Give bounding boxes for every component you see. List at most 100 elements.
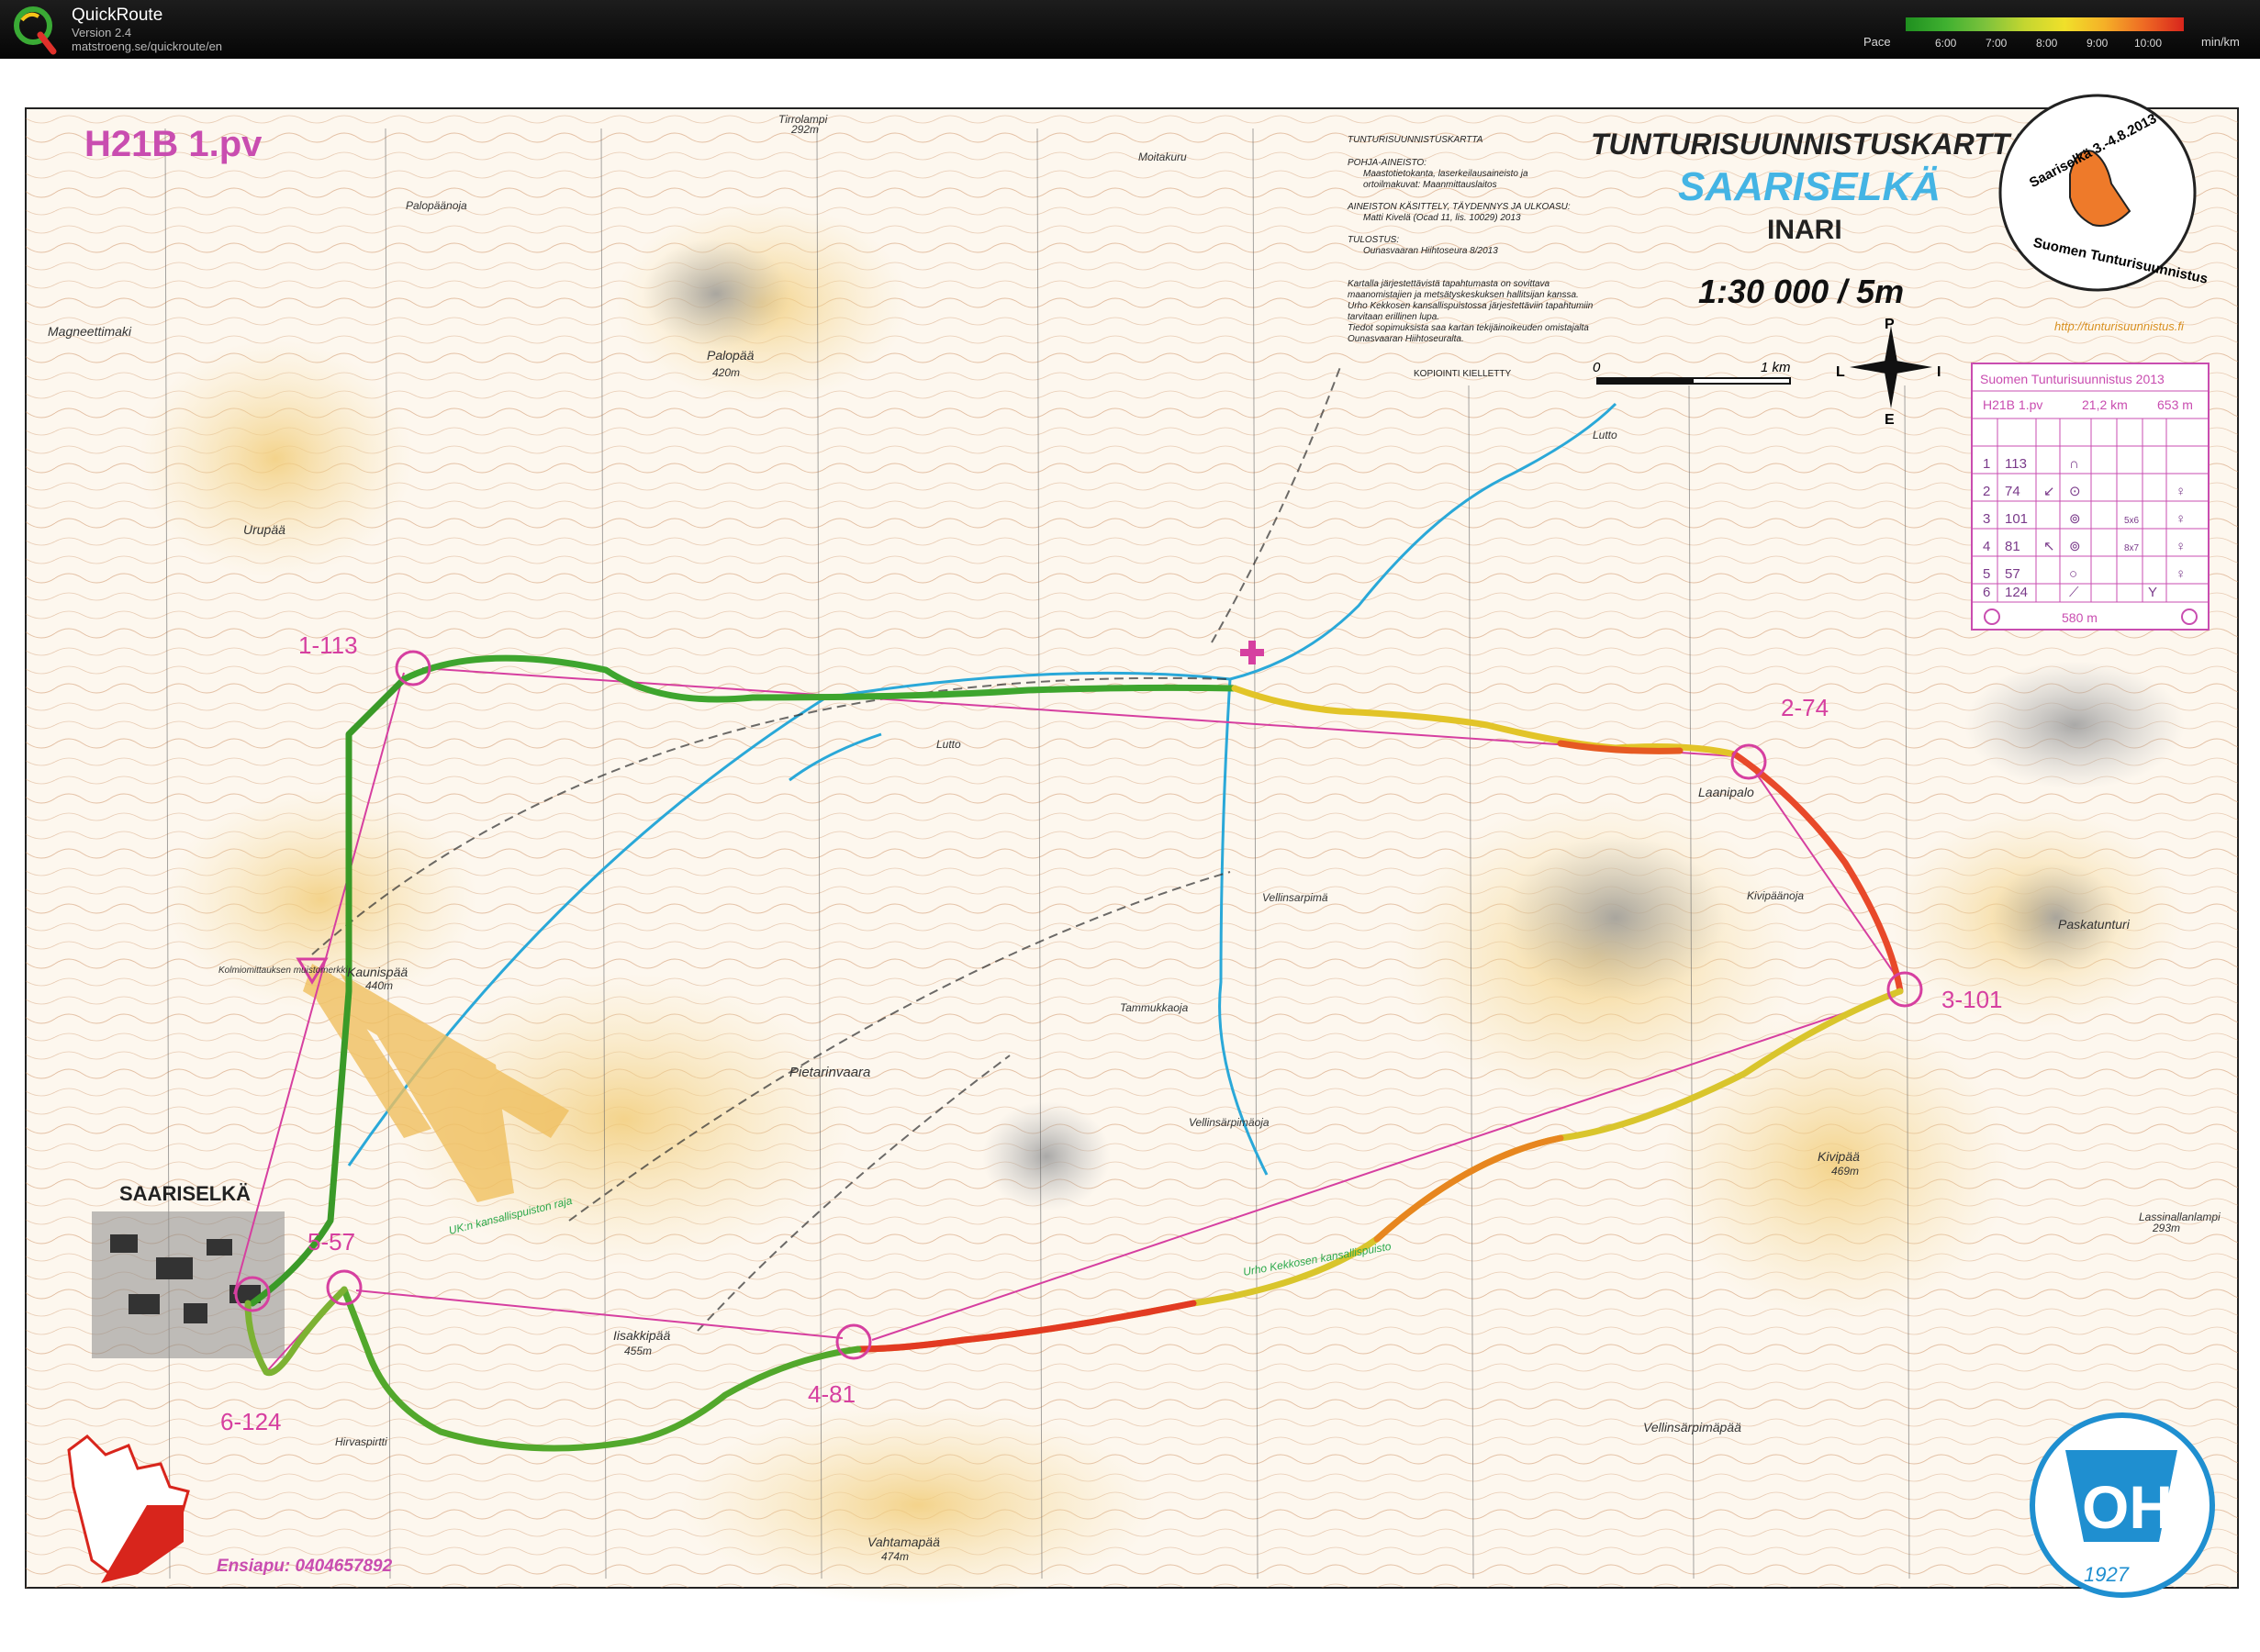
svg-text:E: E: [1885, 412, 1895, 428]
map-header-title: TUNTURISUUNNISTUSKARTTA: [1591, 128, 2029, 161]
quickroute-logo-icon: [14, 6, 57, 55]
svg-text:3: 3: [1983, 511, 1990, 527]
svg-text:8x7: 8x7: [2124, 543, 2140, 553]
svg-text:L: L: [1836, 364, 1845, 380]
svg-text:↖: ↖: [2043, 539, 2055, 554]
pace-label: Pace: [1863, 35, 1891, 49]
place-name: 293m: [2152, 1222, 2180, 1234]
svg-text:ortoilmakuvat: Maanmittauslait: ortoilmakuvat: Maanmittauslaitos: [1363, 180, 1497, 190]
svg-text:maanomistajien ja metsätyskesk: maanomistajien ja metsätyskeskuksen hall…: [1348, 290, 1579, 300]
svg-text:OH: OH: [2082, 1473, 2173, 1541]
svg-text:Kartalla järjestettävistä tapa: Kartalla järjestettävistä tapahtumasta o…: [1348, 279, 1550, 289]
svg-text:101: 101: [2005, 511, 2028, 527]
control-description-table: Suomen Tunturisuunnistus 2013 H21B 1.pv …: [1971, 363, 2210, 631]
place-name: Laanipalo: [1698, 785, 1754, 799]
place-name: Vahtamapää: [867, 1535, 940, 1549]
svg-text:1 km: 1 km: [1761, 360, 1791, 375]
place-name: Vellinsarpimä: [1262, 891, 1328, 904]
saariselka-village: [92, 1211, 285, 1358]
app-url: matstroeng.se/quickroute/en: [72, 39, 223, 53]
svg-text:♀: ♀: [2176, 539, 2186, 554]
place-name: Palopäänoja: [406, 199, 467, 212]
place-name: Paskatunturi: [2058, 917, 2131, 932]
svg-text:H21B 1.pv: H21B 1.pv: [1983, 397, 2042, 412]
website-link[interactable]: http://tunturisuunnistus.fi: [2054, 319, 2185, 333]
pace-tick: 9:00: [2087, 37, 2109, 50]
oh-club-logo: OH 1927: [2030, 1412, 2215, 1598]
svg-text:653 m: 653 m: [2157, 397, 2193, 412]
place-name: Vellinsärpimäoja: [1189, 1116, 1270, 1129]
control-label: 6-124: [220, 1408, 282, 1435]
svg-text:21,2 km: 21,2 km: [2082, 397, 2128, 412]
svg-text:5x6: 5x6: [2124, 516, 2140, 526]
svg-text:0: 0: [1593, 360, 1601, 375]
svg-text:Maastotietokanta, laserkeilaus: Maastotietokanta, laserkeilausaineisto j…: [1363, 169, 1528, 179]
map-scale: 1:30 000 / 5m: [1698, 273, 1904, 310]
svg-text:TUNTURISUUNNISTUSKARTTA: TUNTURISUUNNISTUSKARTTA: [1348, 135, 1483, 145]
place-name: Kivipäänoja: [1747, 889, 1804, 902]
svg-text:74: 74: [2005, 484, 2020, 499]
svg-text:TULOSTUS:: TULOSTUS:: [1348, 235, 1399, 245]
svg-text:○: ○: [2069, 566, 2077, 582]
app-titlebar: QuickRoute Version 2.4 matstroeng.se/qui…: [0, 0, 2260, 59]
app-title: QuickRoute: [72, 6, 163, 25]
place-name: 440m: [365, 979, 393, 992]
svg-text:Matti Kivelä (Ocad 11, lis. 10: Matti Kivelä (Ocad 11, lis. 10029) 2013: [1363, 213, 1521, 223]
svg-text:AINEISTON KÄSITTELY, TÄYDENNYS: AINEISTON KÄSITTELY, TÄYDENNYS JA ULKOAS…: [1347, 201, 1571, 212]
app-version: Version 2.4: [72, 26, 132, 39]
place-name: Kolmiomittauksen muistomerkki: [218, 966, 348, 976]
pace-tick: 7:00: [1986, 37, 2008, 50]
svg-text:Ounasvaaran Hiihtoseura 8/2013: Ounasvaaran Hiihtoseura 8/2013: [1363, 246, 1498, 256]
place-name: Vellinsärpimäpää: [1643, 1420, 1741, 1434]
svg-text:↙: ↙: [2043, 484, 2055, 499]
place-name: SAARISELKÄ: [119, 1182, 251, 1205]
svg-text:KOPIOINTI KIELLETTY: KOPIOINTI KIELLETTY: [1414, 369, 1511, 379]
svg-text:POHJA-AINEISTO:: POHJA-AINEISTO:: [1348, 158, 1426, 168]
svg-text:∩: ∩: [2069, 456, 2079, 472]
place-name: Hirvaspirtti: [335, 1435, 387, 1448]
svg-text:I: I: [1937, 364, 1941, 380]
place-name: Magneettimaki: [48, 324, 132, 339]
svg-text:Ounasvaaran Hiihtoseuralta.: Ounasvaaran Hiihtoseuralta.: [1348, 334, 1464, 344]
place-name: 292m: [790, 123, 819, 136]
pace-unit: min/km: [2201, 35, 2240, 49]
place-name: Pietarinvaara: [789, 1065, 870, 1080]
svg-text:4: 4: [1983, 539, 1990, 554]
map-view[interactable]: 1-113 2-74 3-101 4-81 5-57 6-124 Tirrola…: [0, 59, 2260, 1647]
svg-text:⊙: ⊙: [2069, 484, 2081, 499]
svg-text:♀: ♀: [2176, 566, 2186, 582]
pace-tick: 10:00: [2134, 37, 2163, 50]
course-title: H21B 1.pv: [84, 124, 263, 164]
svg-text:1927: 1927: [2084, 1563, 2130, 1586]
svg-text:2: 2: [1983, 484, 1990, 499]
svg-text:⊚: ⊚: [2069, 511, 2081, 527]
svg-text:P: P: [1885, 317, 1895, 332]
svg-text:Urho Kekkosen kansallispuistos: Urho Kekkosen kansallispuistossa järjest…: [1348, 301, 1594, 311]
place-name: 474m: [881, 1550, 909, 1563]
svg-text:1: 1: [1983, 456, 1990, 472]
place-name: 420m: [712, 366, 740, 379]
place-name: 455m: [624, 1345, 652, 1357]
svg-text:⊚: ⊚: [2069, 539, 2081, 554]
control-label: 2-74: [1781, 694, 1829, 721]
place-name: Lutto: [1593, 429, 1617, 441]
map-municipality: INARI: [1767, 215, 1842, 245]
svg-text:tarvitaan erillinen lupa.: tarvitaan erillinen lupa.: [1348, 312, 1439, 322]
svg-text:580 m: 580 m: [2062, 610, 2098, 625]
svg-text:124: 124: [2005, 585, 2028, 600]
svg-text:Y: Y: [2148, 585, 2157, 600]
place-name: Kivipää: [1818, 1149, 1860, 1164]
place-name: 469m: [1831, 1165, 1859, 1178]
emergency-phone: Ensiapu: 0404657892: [217, 1557, 393, 1576]
svg-text:5: 5: [1983, 566, 1990, 582]
pace-tick: 8:00: [2036, 37, 2058, 50]
svg-text:81: 81: [2005, 539, 2020, 554]
svg-text:113: 113: [2005, 456, 2027, 472]
svg-text:Suomen Tunturisuunnistus 2013: Suomen Tunturisuunnistus 2013: [1980, 372, 2165, 386]
control-label: 3-101: [1941, 986, 2003, 1013]
control-label: 5-57: [308, 1228, 355, 1256]
place-name: Moitakuru: [1138, 151, 1187, 163]
orienteering-map[interactable]: 1-113 2-74 3-101 4-81 5-57 6-124 Tirrola…: [0, 59, 2260, 1647]
svg-text:♀: ♀: [2176, 511, 2186, 527]
place-name: Urupää: [243, 522, 285, 537]
